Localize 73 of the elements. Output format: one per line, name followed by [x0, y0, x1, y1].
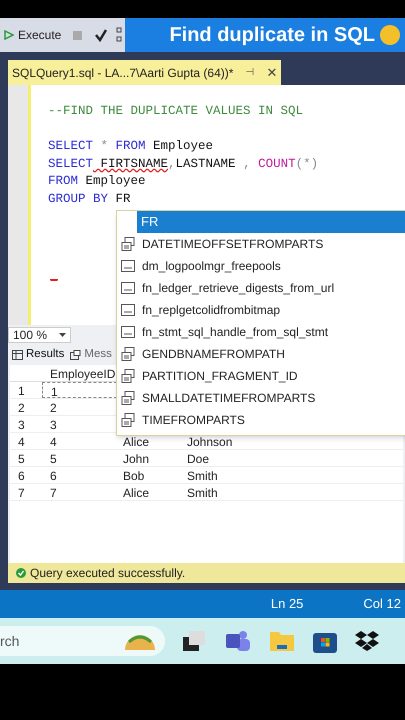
grid-icon [12, 350, 23, 360]
row-number: 2 [17, 400, 26, 415]
teams-icon[interactable] [225, 629, 251, 653]
function-icon [120, 390, 136, 406]
table-cell-text: 2 [49, 400, 58, 415]
suggestion-item[interactable]: fn_ledger_retrieve_digests_from_url [117, 277, 405, 299]
pin-button[interactable]: ⊣ [245, 65, 254, 80]
play-icon[interactable] [4, 30, 14, 40]
task-view-icon[interactable] [183, 629, 207, 653]
table-cell-text: Doe [186, 451, 210, 466]
function-icon [120, 236, 136, 252]
banner-title: Find duplicate in SQL [169, 23, 375, 48]
message-icon [70, 350, 82, 360]
row-number: 1 [17, 383, 26, 398]
table-cell-text: 3 [49, 417, 58, 432]
code-line: SELECT FIRTSNAME,LASTNAME , COUNT(*) [48, 156, 318, 170]
table-function-icon [120, 258, 136, 274]
plan-icon[interactable] [116, 27, 122, 43]
folder-icon[interactable] [269, 629, 295, 653]
autocomplete-input[interactable]: FR [137, 211, 405, 233]
table-cell-text: Alice [122, 485, 150, 500]
squiggle-icon [50, 278, 58, 281]
column-header: EmployeeID [49, 366, 116, 381]
function-icon [120, 346, 136, 362]
table-function-icon [120, 324, 136, 340]
function-icon [120, 368, 136, 384]
code-line: FROM Employee [48, 174, 146, 188]
emoji-icon [379, 24, 401, 46]
table-cell-text: John [122, 451, 150, 466]
code-line: SELECT * FROM Employee [48, 139, 214, 153]
document-tab[interactable]: SQLQuery1.sql - LA...7\Aarti Gupta (64))* ⊣ ✕ [8, 60, 282, 85]
row-number: 5 [17, 451, 26, 466]
code-comment: --FIND THE DUPLICATE VALUES IN SQL [48, 104, 304, 118]
table-function-icon [120, 302, 136, 318]
column-number: Col 12 [363, 595, 401, 614]
suggestion-item[interactable]: SMALLDATETIMEFROMPARTS [117, 387, 405, 409]
success-icon [16, 568, 26, 578]
dropbox-icon[interactable] [355, 630, 379, 652]
table-cell-text: 5 [49, 451, 58, 466]
table-cell-text: Smith [186, 485, 219, 500]
tab-title: SQLQuery1.sql - LA...7\Aarti Gupta (64))* [12, 64, 234, 82]
suggestion-item[interactable]: fn_stmt_sql_handle_from_sql_stmt [117, 321, 405, 343]
zoom-dropdown[interactable]: 100 % [8, 327, 72, 343]
table-cell-text: 7 [49, 485, 58, 500]
suggestion-item[interactable]: GENDBNAMEFROMPATH [117, 343, 405, 365]
table-cell-text: 6 [49, 468, 58, 483]
function-icon [120, 412, 136, 428]
suggestion-item[interactable]: TIMEFROMPARTS [117, 409, 405, 431]
line-number: Ln 25 [270, 595, 304, 614]
result-tab[interactable]: Results [12, 346, 64, 364]
row-number: 3 [17, 417, 26, 432]
table-function-icon [120, 280, 136, 296]
suggestion-item[interactable]: fn_replgetcolidfrombitmap [117, 299, 405, 321]
table-cell-text: Johnson [186, 434, 234, 449]
execute-button[interactable]: Execute [18, 26, 62, 44]
search-field[interactable]: rch [0, 626, 165, 656]
table-cell-text: 4 [49, 434, 58, 449]
status-message: Query executed successfully. [30, 565, 186, 582]
suggestion-item[interactable]: PARTITION_FRAGMENT_ID [117, 365, 405, 387]
suggestion-item[interactable]: dm_logpoolmgr_freepools [117, 255, 405, 277]
result-tab[interactable]: Mess [70, 346, 112, 364]
close-button[interactable]: ✕ [266, 62, 278, 82]
table-cell-text: Smith [186, 468, 219, 483]
caret-icon [59, 333, 66, 337]
table-cell-text: Bob [122, 468, 146, 483]
row-number: 6 [17, 468, 26, 483]
row-number: 7 [17, 485, 26, 500]
table-cell-text: Alice [122, 434, 150, 449]
code-line: GROUP BY FR [48, 192, 131, 206]
table-cell: 1 [42, 382, 117, 398]
row-number: 4 [17, 434, 26, 449]
suggestion-item[interactable]: DATETIMEOFFSETFROMPARTS [117, 233, 405, 255]
check-icon[interactable] [94, 28, 108, 42]
